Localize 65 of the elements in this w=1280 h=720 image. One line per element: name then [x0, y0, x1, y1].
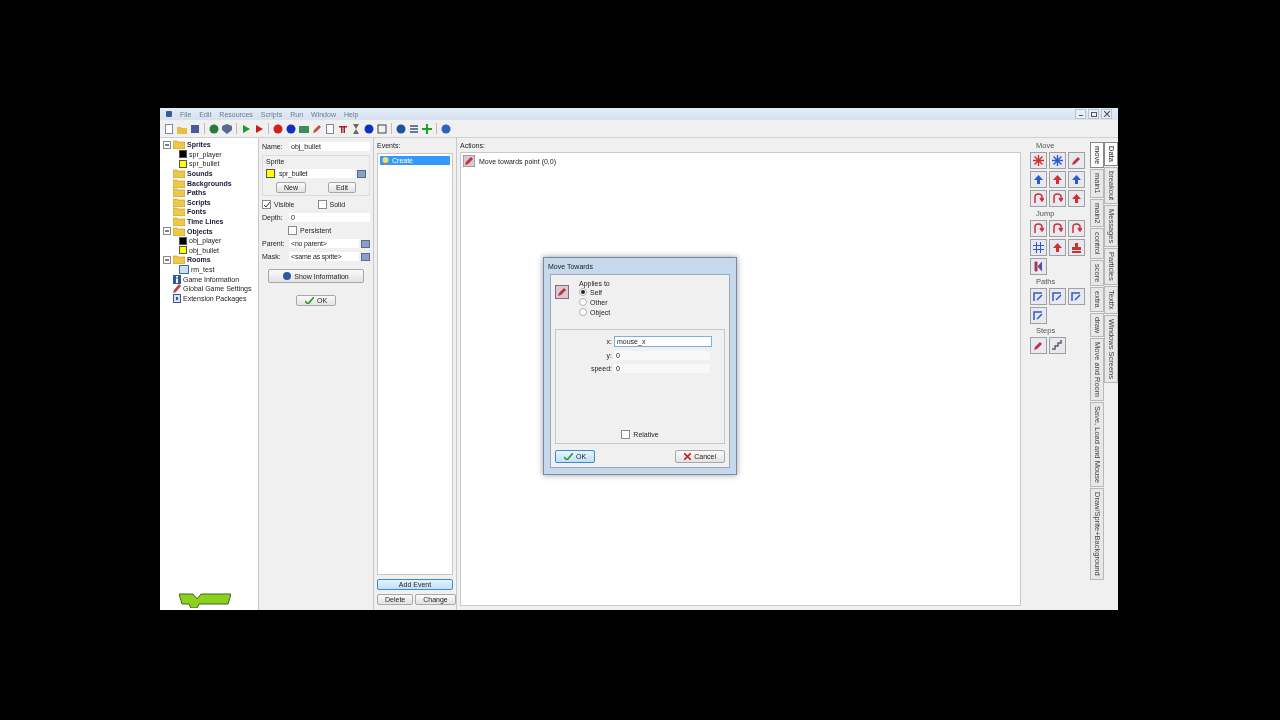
persistent-checkbox[interactable]	[288, 226, 297, 235]
checkmark-icon	[564, 453, 573, 460]
shield-icon[interactable]	[222, 123, 232, 134]
expander-icon[interactable]	[163, 140, 171, 149]
pi-icon[interactable]	[338, 123, 348, 134]
restore-button[interactable]	[1088, 109, 1099, 119]
radio-button[interactable]	[579, 298, 587, 306]
expander-icon[interactable]	[163, 227, 171, 236]
pencil-icon[interactable]	[1067, 152, 1085, 169]
stamp-icon[interactable]	[1067, 239, 1085, 256]
folder-icon	[173, 207, 185, 217]
radio-button[interactable]	[579, 288, 587, 296]
run-icon[interactable]	[241, 123, 251, 134]
app-icon	[166, 111, 172, 117]
room-icon	[179, 265, 189, 274]
relative-checkbox[interactable]	[621, 430, 631, 439]
pencil-icon	[463, 155, 475, 167]
document-icon[interactable]	[325, 123, 335, 134]
minimize-button[interactable]	[1075, 109, 1086, 119]
path-icon[interactable]	[1067, 288, 1085, 305]
folder-icon	[173, 188, 185, 198]
hourglass-icon[interactable]	[351, 123, 361, 134]
folder-icon	[173, 197, 185, 207]
cross-icon	[684, 453, 692, 460]
pencil-icon[interactable]	[312, 123, 322, 134]
folder-icon	[173, 255, 185, 265]
debug-icon[interactable]	[254, 123, 264, 134]
pencil-icon	[173, 284, 181, 294]
bracket-icon[interactable]	[1029, 258, 1047, 275]
path-icon[interactable]	[1048, 288, 1066, 305]
bounce-icon[interactable]	[1029, 190, 1047, 207]
folder-icon	[173, 140, 185, 150]
logo-icon	[179, 592, 231, 608]
close-button[interactable]	[1101, 109, 1112, 119]
radio-button[interactable]	[579, 308, 587, 316]
expander-icon[interactable]	[163, 255, 171, 264]
save-icon[interactable]	[190, 123, 200, 134]
image-icon[interactable]	[299, 123, 309, 134]
solid-checkbox[interactable]	[317, 200, 327, 209]
folder-icon	[173, 169, 185, 179]
folder-icon	[173, 226, 185, 236]
plus-icon[interactable]	[422, 123, 432, 134]
pencil-icon[interactable]	[1029, 337, 1047, 354]
list-icon[interactable]	[409, 123, 419, 134]
grid-icon[interactable]	[1029, 239, 1047, 256]
square-icon[interactable]	[377, 123, 387, 134]
package-icon	[173, 293, 181, 303]
circle-icon[interactable]	[273, 123, 283, 134]
burst-icon[interactable]	[1048, 152, 1066, 169]
ball-icon[interactable]	[286, 123, 296, 134]
burst-icon[interactable]	[1029, 152, 1047, 169]
sprite-swatch	[266, 169, 275, 178]
steps-icon[interactable]	[1048, 337, 1066, 354]
folder-icon	[173, 217, 185, 227]
checkmark-icon	[304, 297, 314, 304]
lightbulb-icon	[382, 156, 389, 165]
folder-icon	[173, 178, 185, 188]
new-file-icon[interactable]	[164, 123, 174, 134]
path-icon[interactable]	[1029, 288, 1047, 305]
pencil-icon	[555, 285, 569, 299]
ball-icon[interactable]	[364, 123, 374, 134]
bounce-icon[interactable]	[1048, 190, 1066, 207]
dropdown-icon[interactable]	[357, 169, 366, 178]
path-icon[interactable]	[1029, 307, 1047, 324]
visible-checkbox[interactable]	[262, 200, 271, 209]
